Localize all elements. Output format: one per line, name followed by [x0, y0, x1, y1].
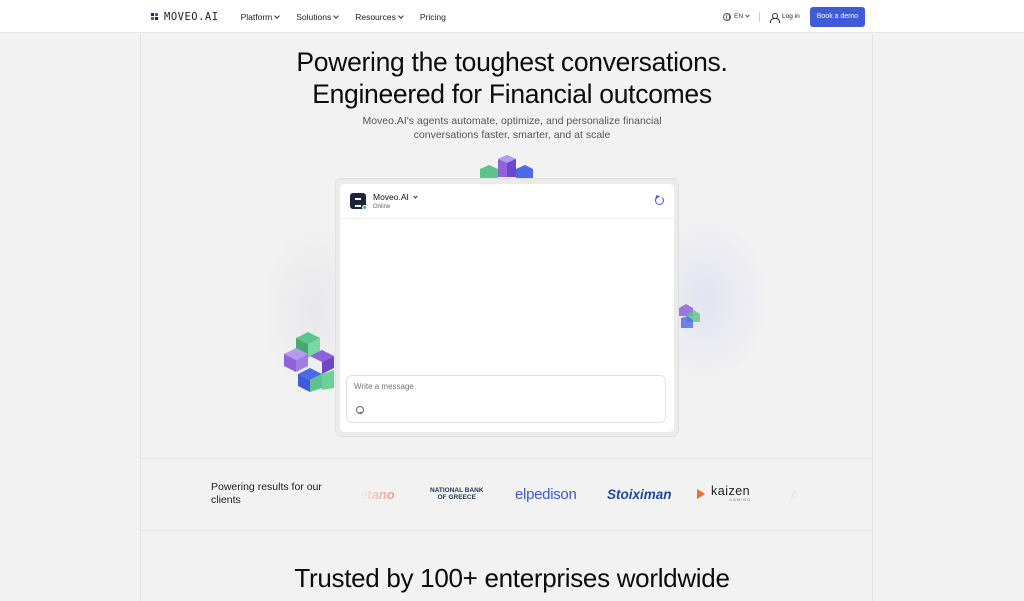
chevron-down-icon [745, 13, 750, 18]
client-logo-kaizen: kaizen GAMING [697, 474, 751, 514]
agent-name: Moveo.AI [373, 192, 409, 202]
user-icon [770, 12, 781, 23]
language-label: EN [734, 13, 744, 20]
emoji-icon[interactable] [356, 406, 364, 414]
menu-solutions-label: Solutions [296, 11, 332, 22]
globe-icon [723, 12, 731, 21]
kaizen-arrow-icon [697, 489, 705, 499]
chat-widget: Moveo.AI Online [340, 184, 674, 432]
menu-solutions[interactable]: Solutions [296, 11, 340, 22]
hero-title: Powering the toughest conversations. Eng… [0, 46, 1024, 110]
login-label: Log in [782, 13, 800, 20]
message-input[interactable] [354, 382, 644, 391]
message-composer [346, 375, 666, 423]
hero-subtitle-line2: conversations faster, smarter, and at sc… [413, 129, 611, 141]
logo-strip-fade-right [770, 474, 800, 514]
agent-status: Online [373, 204, 391, 210]
menu-pricing[interactable]: Pricing [420, 12, 446, 22]
menu-pricing-label: Pricing [419, 11, 446, 22]
logo-text: MOVEO.AI [164, 10, 219, 23]
client-logo-stoiximan: Stoiximan [607, 474, 672, 514]
kaizen-subtitle: GAMING [729, 497, 752, 502]
agent-selector[interactable]: Moveo.AI [373, 192, 418, 202]
nbg-wordmark-line2: OF GREECE [437, 494, 476, 501]
clients-section: Powering results for our clients etano N… [140, 458, 873, 531]
kaizen-wordmark: kaizen [711, 484, 751, 498]
cubes-left-decoration [284, 332, 334, 392]
chevron-down-icon [274, 12, 281, 19]
online-status-dot [362, 205, 367, 210]
hero-subtitle-line1: Moveo.AI's agents automate, optimize, an… [362, 115, 662, 127]
moveo-logo[interactable]: MOVEO.AI [151, 11, 219, 23]
moveo-logo-icon [151, 12, 161, 21]
trusted-heading: Trusted by 100+ enterprises worldwide [294, 563, 730, 593]
chat-header: Moveo.AI Online [340, 184, 674, 219]
menu-resources[interactable]: Resources [355, 11, 404, 22]
top-navbar: MOVEO.AI Platform Solutions Resources Pr… [0, 0, 1024, 33]
client-logo-nbg: NATIONAL BANK OF GREECE [430, 474, 484, 514]
chevron-down-icon [398, 12, 404, 19]
agent-avatar [350, 193, 367, 210]
refresh-icon[interactable] [655, 196, 664, 205]
logo-strip-fade-left [360, 474, 390, 514]
client-logo-elpedison: elpedison [515, 474, 577, 514]
stoiximan-wordmark: Stoiximan [607, 486, 672, 502]
nbg-wordmark-line1: NATIONAL BANK [430, 487, 484, 494]
client-logos-strip: etano NATIONAL BANK OF GREECE elpedison … [360, 474, 800, 514]
menu-resources-label: Resources [355, 11, 396, 22]
hero-title-line1: Powering the toughest conversations. [296, 47, 728, 77]
cubes-right-decoration [679, 304, 700, 328]
main-menu: Platform Solutions Resources Pricing [241, 12, 463, 22]
book-demo-button[interactable]: Book a demo [809, 6, 865, 27]
language-selector[interactable]: EN [723, 12, 750, 21]
clients-label: Powering results for our clients [211, 481, 322, 506]
nav-divider [759, 11, 761, 22]
chevron-down-icon [413, 193, 418, 199]
hero-title-line2: Engineered for Financial outcomes [312, 79, 712, 109]
menu-platform[interactable]: Platform [240, 11, 281, 22]
elpedison-wordmark: elpedison [515, 485, 577, 503]
hero-subtitle: Moveo.AI's agents automate, optimize, an… [0, 114, 1024, 142]
chevron-down-icon [333, 12, 340, 19]
menu-platform-label: Platform [240, 11, 273, 22]
login-link[interactable]: Log in [770, 12, 800, 23]
